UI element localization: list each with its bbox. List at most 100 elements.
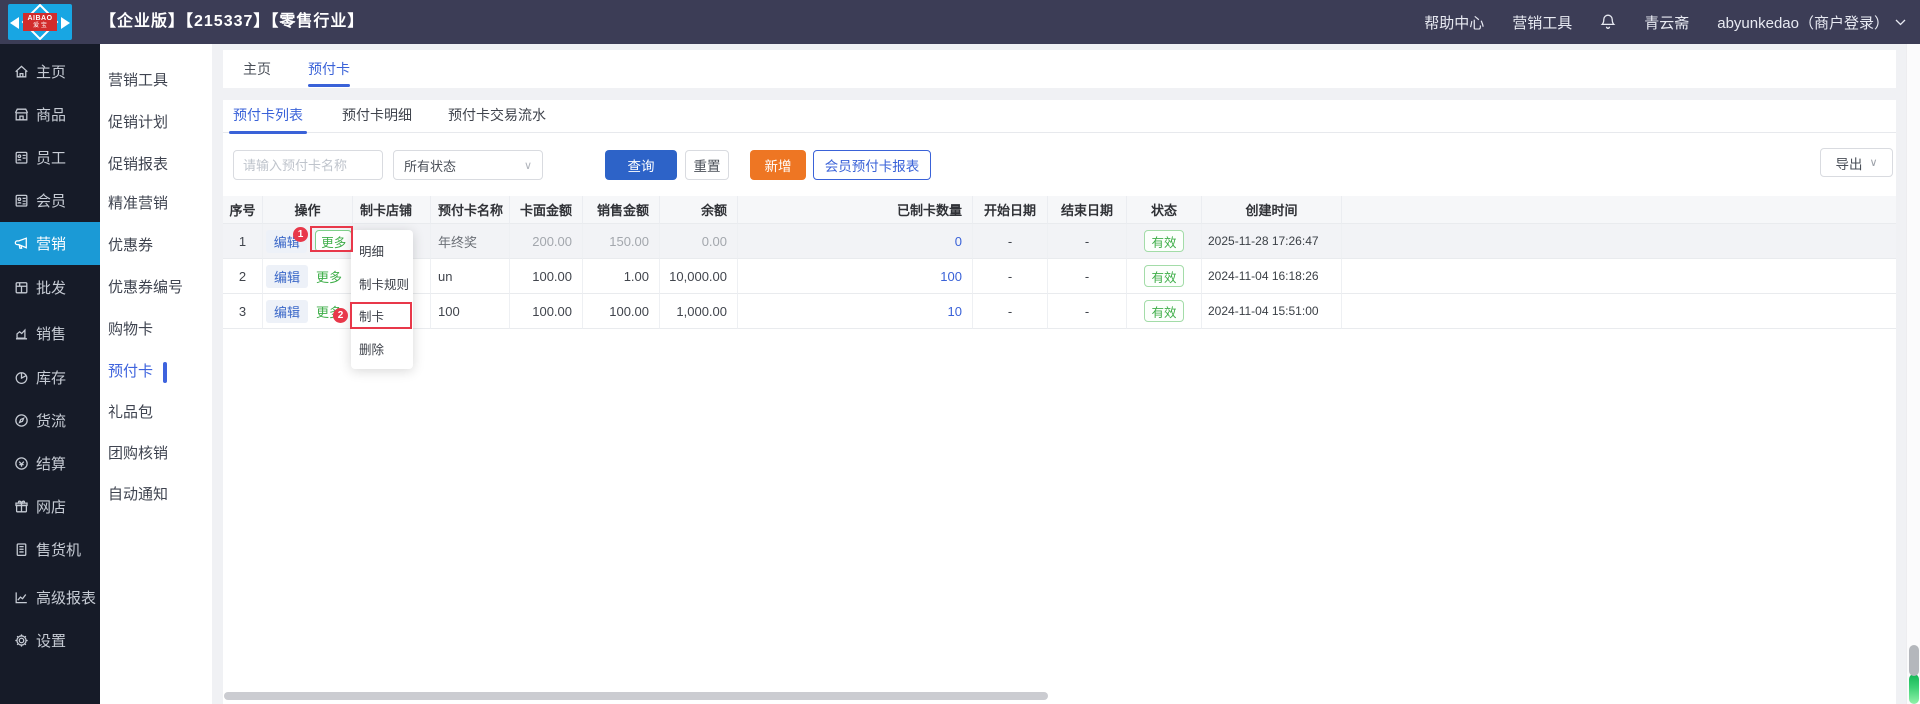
brand-logo[interactable]: AIBAO 爱 宝 <box>8 4 72 40</box>
topbar-right: 帮助中心 营销工具 青云斋 abyunkedao（商户登录） <box>1424 0 1906 44</box>
sidebar-item-vending[interactable]: 售货机 <box>0 537 100 561</box>
sidebar-item-settings[interactable]: 设置 <box>0 628 100 652</box>
sidebar-item-label: 营销 <box>36 235 67 253</box>
submenu-item-promo-report[interactable]: 促销报表 <box>100 154 212 176</box>
cell-end-date: - <box>1048 259 1127 294</box>
sidebar-item-wholesale[interactable]: 批发 <box>0 275 100 299</box>
cards-made-link[interactable]: 0 <box>955 234 962 249</box>
cell-card-name: 100 <box>431 294 510 329</box>
status-badge: 有效 <box>1144 300 1184 322</box>
tab-prepaid-card[interactable]: 预付卡 <box>308 50 350 88</box>
main-area: 主页 预付卡 预付卡列表 预付卡明细 预付卡交易流水 所有状态 ∨ 查询 重置 … <box>212 44 1920 704</box>
table-row: 2 编辑 更多 un 100.00 1.00 10,000.00 100 - -… <box>223 259 1896 294</box>
cell-sale-amount: 150.00 <box>583 224 660 259</box>
vertical-scrollbar-thumb[interactable] <box>1908 645 1919 676</box>
logo-brand-en: AIBAO <box>27 15 53 22</box>
help-center-link[interactable]: 帮助中心 <box>1424 12 1484 33</box>
export-label: 导出 <box>1835 156 1863 172</box>
column-header-end-date: 结束日期 <box>1048 196 1127 224</box>
cell-start-date: - <box>973 224 1048 259</box>
cell-end-date: - <box>1048 224 1127 259</box>
cell-created-at: 2024-11-04 16:18:26 <box>1202 259 1342 294</box>
sidebar-item-label: 高级报表 <box>36 589 97 607</box>
logo-left-triangle-icon <box>10 17 19 29</box>
sidebar-item-sales[interactable]: 销售 <box>0 321 100 345</box>
column-header-balance: 余额 <box>660 196 738 224</box>
member-prepaid-report-button[interactable]: 会员预付卡报表 <box>813 150 931 180</box>
status-select[interactable]: 所有状态 ∨ <box>393 150 543 180</box>
tab-bar: 主页 预付卡 <box>223 50 1896 88</box>
column-header-face-amount: 卡面金额 <box>510 196 583 224</box>
sidebar-item-goods[interactable]: 商品 <box>0 102 100 126</box>
vending-machine-icon <box>16 542 27 556</box>
sidebar-item-label: 员工 <box>36 149 67 167</box>
cell-start-date: - <box>973 259 1048 294</box>
cell-balance: 10,000.00 <box>660 259 738 294</box>
sidebar-item-logistics[interactable]: 货流 <box>0 408 100 432</box>
subtab-prepaid-card-detail[interactable]: 预付卡明细 <box>342 100 412 133</box>
annotation-badge-step1: 1 <box>293 227 308 242</box>
sidebar-item-staff[interactable]: 员工 <box>0 145 100 169</box>
sidebar-item-member[interactable]: 会员 <box>0 188 100 212</box>
trend-chart-icon <box>15 591 27 603</box>
cell-balance: 1,000.00 <box>660 294 738 329</box>
marketing-tools-link[interactable]: 营销工具 <box>1512 12 1572 33</box>
cards-made-link[interactable]: 10 <box>948 304 962 319</box>
column-header-card-shop: 制卡店铺 <box>353 196 431 224</box>
pie-chart-icon <box>15 371 28 384</box>
subtab-prepaid-card-transactions[interactable]: 预付卡交易流水 <box>448 100 546 133</box>
more-dropdown-menu: 明细 制卡规则 制卡 删除 <box>351 230 413 369</box>
logo-right-triangle-icon <box>61 17 70 29</box>
sidebar-item-label: 批发 <box>36 279 67 297</box>
sidebar-item-home[interactable]: 主页 <box>0 59 100 83</box>
sidebar-item-online-store[interactable]: 网店 <box>0 494 100 518</box>
column-header-seq: 序号 <box>223 196 263 224</box>
status-badge: 有效 <box>1144 265 1184 287</box>
submenu-item-precision-marketing[interactable]: 精准营销 <box>100 193 212 215</box>
submenu-item-gift-pack[interactable]: 礼品包 <box>100 402 212 424</box>
subtab-bar: 预付卡列表 预付卡明细 预付卡交易流水 <box>223 100 1896 134</box>
sidebar-item-advanced-report[interactable]: 高级报表 <box>0 585 100 609</box>
submenu-item-shopping-card[interactable]: 购物卡 <box>100 319 212 341</box>
menu-item-delete[interactable]: 删除 <box>351 332 413 365</box>
reset-button[interactable]: 重置 <box>685 150 729 180</box>
column-header-actions: 操作 <box>263 196 353 224</box>
store-name[interactable]: 青云斋 <box>1644 12 1689 33</box>
prepaid-card-table: 序号 操作 制卡店铺 预付卡名称 卡面金额 销售金额 余额 已制卡数量 开始日期… <box>223 196 1896 329</box>
submenu-item-marketing-tools[interactable]: 营销工具 <box>100 70 212 92</box>
submenu-item-promo-plan[interactable]: 促销计划 <box>100 112 212 134</box>
status-select-value: 所有状态 <box>404 158 457 174</box>
sidebar-item-label: 网店 <box>36 498 67 516</box>
vertical-scrollbar[interactable] <box>1906 44 1920 704</box>
logo-label: AIBAO 爱 宝 <box>23 13 57 31</box>
prepaid-card-name-input[interactable] <box>233 150 383 180</box>
menu-item-card-rules[interactable]: 制卡规则 <box>351 267 413 300</box>
cell-end-date: - <box>1048 294 1127 329</box>
submenu-item-auto-notify[interactable]: 自动通知 <box>100 484 212 506</box>
submenu-item-group-verify[interactable]: 团购核销 <box>100 443 212 465</box>
sidebar-item-label: 设置 <box>36 632 67 650</box>
submenu-item-coupon-number[interactable]: 优惠券编号 <box>100 277 212 299</box>
tab-home[interactable]: 主页 <box>243 50 271 88</box>
account-menu[interactable]: abyunkedao（商户登录） <box>1717 12 1906 33</box>
more-button[interactable]: 更多 <box>316 267 342 286</box>
cell-face-amount: 200.00 <box>510 224 583 259</box>
sidebar-item-inventory[interactable]: 库存 <box>0 365 100 389</box>
submenu-item-coupon[interactable]: 优惠券 <box>100 235 212 257</box>
topbar: AIBAO 爱 宝 【企业版】【215337】【零售行业】 帮助中心 营销工具 … <box>0 0 1920 44</box>
edit-button[interactable]: 编辑 <box>266 264 308 288</box>
sidebar-item-marketing[interactable]: 营销 <box>0 231 100 255</box>
subtab-prepaid-card-list[interactable]: 预付卡列表 <box>233 100 303 133</box>
menu-item-detail[interactable]: 明细 <box>351 234 413 267</box>
export-button[interactable]: 导出 ∨ <box>1820 148 1893 177</box>
notification-bell-button[interactable] <box>1600 13 1616 31</box>
sidebar-item-settlement[interactable]: 结算 <box>0 451 100 475</box>
add-button[interactable]: 新增 <box>750 150 806 180</box>
horizontal-scrollbar-thumb[interactable] <box>224 692 1048 700</box>
edit-button[interactable]: 编辑 <box>266 299 308 323</box>
sidebar-item-label: 售货机 <box>36 541 82 559</box>
cards-made-link[interactable]: 100 <box>940 269 962 284</box>
query-button[interactable]: 查询 <box>605 150 677 180</box>
bell-icon <box>1600 14 1616 29</box>
submenu-item-prepaid-card[interactable]: 预付卡 <box>100 361 212 383</box>
